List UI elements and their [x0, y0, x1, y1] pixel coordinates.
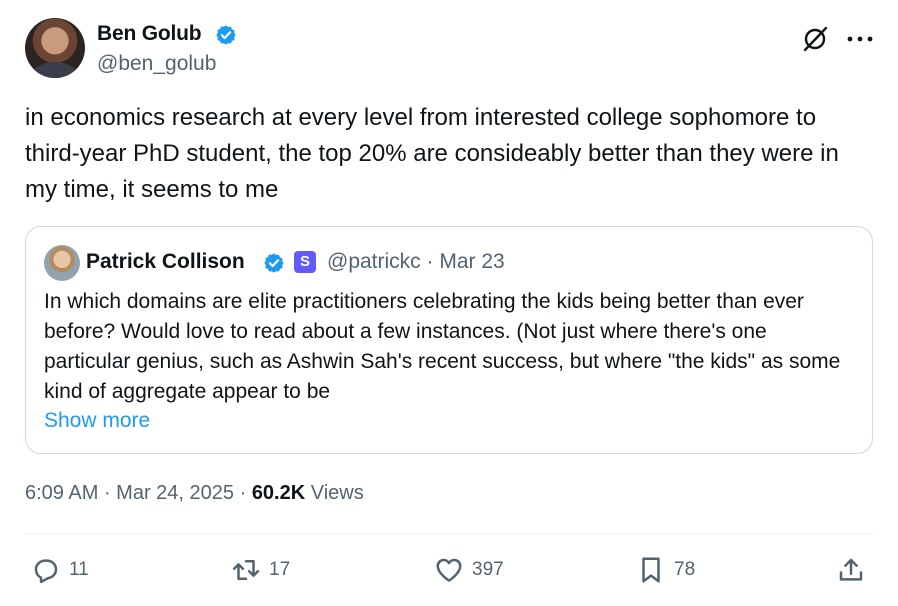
reply-count: 11 — [69, 559, 89, 580]
share-button[interactable] — [836, 552, 874, 588]
verified-badge-icon — [264, 253, 284, 273]
tweet-text: in economics research at every level fro… — [25, 104, 839, 203]
divider — [25, 533, 873, 534]
quote-text: In which domains are elite practitioners… — [44, 290, 841, 403]
bookmark-icon — [642, 557, 660, 583]
author-handle[interactable]: @ben_golub — [97, 52, 216, 76]
author-avatar[interactable] — [25, 18, 85, 78]
share-icon — [839, 558, 863, 581]
quote-author-name[interactable]: Patrick Collison — [86, 250, 245, 274]
bookmark-button[interactable]: 78 — [636, 552, 695, 588]
affiliation-badge: S — [294, 251, 316, 273]
quote-avatar[interactable] — [44, 245, 80, 281]
show-more-link[interactable]: Show more — [44, 409, 150, 433]
like-count: 397 — [472, 559, 504, 580]
repost-icon — [232, 560, 260, 580]
verified-badge-icon — [216, 25, 236, 45]
reply-button[interactable]: 11 — [31, 552, 89, 588]
reply-icon — [34, 559, 58, 584]
repost-count: 17 — [269, 559, 291, 580]
more-icon[interactable] — [847, 36, 873, 42]
tweet-date[interactable]: Mar 24, 2025 — [116, 482, 234, 504]
author-name[interactable]: Ben Golub — [97, 22, 202, 46]
bookmark-count: 78 — [674, 559, 696, 580]
quote-meta: @patrickc · Mar 23 — [327, 250, 505, 273]
meta-separator: · — [103, 482, 117, 504]
like-icon — [436, 558, 462, 582]
views-label: Views — [310, 482, 364, 504]
tweet-time[interactable]: 6:09 AM — [25, 482, 98, 504]
tweet-meta: 6:09 AM · Mar 24, 2025 · 60.2K Views — [25, 482, 364, 505]
views-count: 60.2K — [251, 482, 306, 504]
grok-icon[interactable] — [801, 25, 829, 53]
repost-button[interactable]: 17 — [231, 552, 290, 588]
like-button[interactable]: 397 — [434, 552, 504, 588]
quoted-tweet[interactable]: Patrick Collison S @patrickc · Mar 23 In… — [25, 226, 873, 454]
meta-separator: · — [239, 482, 252, 504]
